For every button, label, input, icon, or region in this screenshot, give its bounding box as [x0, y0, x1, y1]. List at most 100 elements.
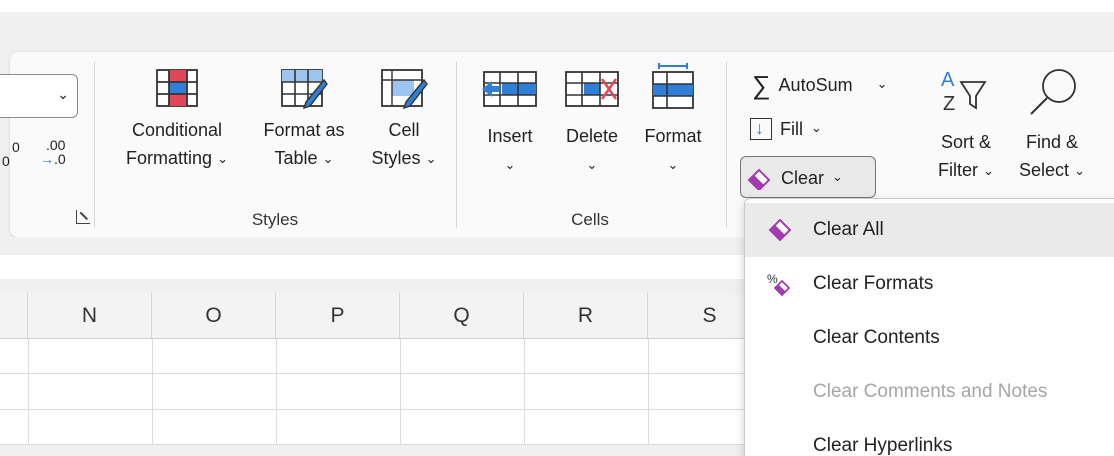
arrow-right-icon: →.0	[40, 151, 66, 167]
menu-item-label: Clear All	[813, 219, 884, 240]
svg-text:A: A	[941, 69, 955, 91]
cells-group-label: Cells	[571, 210, 609, 229]
autosum-button[interactable]: ∑ AutoSum ⌄	[752, 70, 888, 100]
menu-item-clear-formats[interactable]: % Clear Formats	[745, 257, 1114, 311]
button-label: AutoSum	[778, 74, 853, 95]
chevron-down-icon: ⌄	[217, 151, 228, 166]
button-label: Cell	[388, 120, 420, 140]
group-separator	[726, 62, 727, 228]
clear-button-content: Clear ⌄	[745, 163, 843, 193]
format-button[interactable]: Format ⌄	[636, 62, 710, 196]
menu-item-label: Clear Formats	[813, 273, 934, 294]
button-label-line2: Select ⌄	[1010, 156, 1094, 186]
insert-cells-icon	[482, 71, 537, 107]
dialog-launcher-icon[interactable]	[76, 210, 90, 224]
button-label-line2: Filter ⌄	[926, 156, 1006, 186]
arrow-down-glyph: ↓	[755, 118, 764, 138]
format-as-table-button[interactable]: Format as Table ⌄	[252, 66, 356, 196]
fill-button[interactable]: ↓ Fill ⌄	[750, 114, 822, 144]
button-label-text: Select	[1019, 160, 1070, 180]
menu-item-clear-comments-notes: Clear Comments and Notes	[745, 365, 1114, 419]
group-separator	[456, 62, 457, 228]
column-header-q[interactable]: Q	[400, 293, 524, 339]
button-label: Fill	[780, 118, 803, 139]
title-bar	[0, 0, 1114, 12]
column-header-r[interactable]: R	[524, 293, 648, 339]
button-label-line2: Formatting ⌄	[110, 144, 244, 174]
button-label-text: Styles	[371, 148, 421, 168]
button-label-line2: Styles ⌄	[362, 144, 446, 174]
chevron-down-icon: ⌄	[983, 163, 994, 178]
group-separator	[94, 62, 95, 228]
conditional-formatting-icon	[156, 69, 198, 107]
delete-cells-icon	[565, 71, 619, 107]
chevron-down-icon: ⌄	[876, 76, 888, 91]
eraser-icon	[747, 168, 771, 190]
arrow-line	[79, 211, 89, 220]
menu-item-label: Clear Contents	[813, 327, 940, 348]
chevron-down-icon: ⌄	[667, 157, 679, 172]
menu-item-clear-all[interactable]: Clear All	[745, 203, 1114, 257]
column-line	[400, 339, 401, 445]
clear-button[interactable]: Clear ⌄	[740, 156, 876, 198]
decimal-label: .00	[46, 137, 66, 153]
svg-text:Z: Z	[943, 93, 955, 115]
format-cells-icon	[652, 63, 694, 109]
format-as-table-icon	[281, 69, 328, 110]
menu-item-label: Clear Comments and Notes	[813, 381, 1048, 402]
svg-text:%: %	[767, 272, 778, 286]
decimal-label: 0	[12, 139, 20, 155]
chevron-down-icon: ⌄	[1074, 163, 1085, 178]
button-label-text: Formatting	[126, 148, 213, 168]
find-select-button[interactable]: Find & Select ⌄	[1010, 66, 1094, 196]
excel-window: ⌄ 0 0 .00 →.0 Conditional Formatting ⌄ F…	[0, 0, 1114, 456]
button-label: Format as	[263, 120, 345, 140]
chevron-down-icon: ⌄	[832, 169, 843, 184]
button-label-text: Table	[274, 148, 318, 168]
button-label: Delete	[565, 126, 619, 146]
ribbon-tab-strip	[0, 12, 1114, 52]
column-header-partial[interactable]	[0, 293, 28, 339]
clear-formats-icon: %	[767, 272, 791, 296]
decimal-sub-label: .0	[54, 151, 66, 167]
decrease-decimal-button[interactable]: 0 0	[2, 140, 30, 180]
button-label: Find &	[1025, 132, 1079, 152]
clear-dropdown-menu: Clear All % Clear Formats Clear Contents…	[744, 198, 1114, 456]
sort-filter-button[interactable]: A Z Sort & Filter ⌄	[926, 66, 1006, 196]
fill-down-icon: ↓	[750, 118, 772, 140]
chevron-down-icon: ⌄	[425, 151, 437, 166]
column-line	[276, 339, 277, 445]
column-line	[152, 339, 153, 445]
conditional-formatting-button[interactable]: Conditional Formatting ⌄	[110, 66, 244, 196]
chevron-down-icon: ⌄	[504, 157, 516, 172]
cell-styles-button[interactable]: Cell Styles ⌄	[362, 66, 446, 196]
button-label-line2: Table ⌄	[252, 144, 356, 174]
sort-filter-icon: A Z	[941, 69, 987, 115]
column-line	[648, 339, 649, 445]
chevron-down-icon: ⌄	[57, 86, 69, 102]
eraser-icon	[768, 218, 792, 242]
column-header-p[interactable]: P	[276, 293, 400, 339]
column-header-n[interactable]: N	[28, 293, 152, 339]
chevron-down-icon: ⌄	[586, 157, 598, 172]
column-line	[28, 339, 29, 445]
column-header-o[interactable]: O	[152, 293, 276, 339]
button-label: Clear	[781, 167, 825, 188]
increase-decimal-button[interactable]: .00 →.0	[40, 138, 76, 178]
button-label: Conditional	[131, 120, 223, 140]
magnifier-icon	[1030, 69, 1076, 115]
delete-button[interactable]: Delete ⌄	[556, 66, 628, 196]
button-label: Format	[644, 126, 702, 146]
column-line	[524, 339, 525, 445]
number-format-dropdown[interactable]: ⌄	[0, 74, 78, 118]
menu-item-clear-hyperlinks[interactable]: Clear Hyperlinks	[745, 419, 1114, 456]
styles-group-label: Styles	[251, 210, 299, 229]
decimal-label-2: 0	[2, 153, 10, 169]
button-label: Sort &	[940, 132, 992, 152]
insert-button[interactable]: Insert ⌄	[476, 66, 544, 196]
button-label: Insert	[487, 126, 533, 146]
cell-styles-icon	[381, 69, 428, 110]
sigma-icon: ∑	[752, 69, 771, 100]
chevron-down-icon: ⌄	[322, 151, 334, 166]
menu-item-clear-contents[interactable]: Clear Contents	[745, 311, 1114, 365]
